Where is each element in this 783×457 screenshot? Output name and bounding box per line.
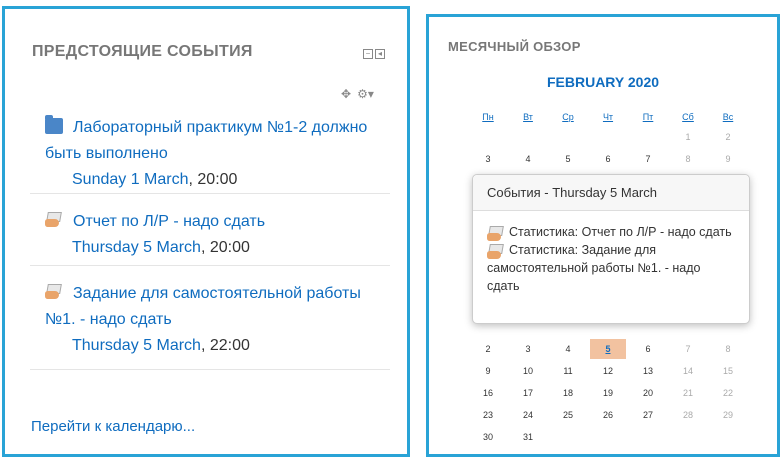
event-date: Thursday 5 March, 20:00 — [45, 235, 385, 261]
event-date: Thursday 5 March, 22:00 — [45, 333, 385, 359]
block-title: МЕСЯЧНЫЙ ОБЗОР — [448, 39, 581, 54]
weekday-header: Сб — [682, 112, 694, 122]
divider — [30, 369, 390, 370]
event-time: , 20:00 — [188, 171, 238, 188]
event-date-link[interactable]: Thursday 5 March — [72, 239, 201, 256]
calendar-day[interactable]: 24 — [510, 405, 546, 425]
assignment-icon — [45, 284, 63, 300]
calendar-day[interactable]: 5 — [590, 339, 626, 359]
weekday-header: Пт — [642, 112, 654, 122]
event-link[interactable]: Лабораторный практикум №1-2 должно быть … — [45, 115, 385, 167]
calendar-day[interactable]: 10 — [510, 361, 546, 381]
folder-icon — [45, 115, 63, 134]
event-time: , 20:00 — [200, 239, 250, 256]
event-link[interactable]: Отчет по Л/Р - надо сдать — [45, 209, 385, 235]
calendar-day[interactable]: 22 — [710, 383, 746, 403]
calendar-day[interactable]: 18 — [550, 383, 586, 403]
event-title[interactable]: Отчет по Л/Р - надо сдать — [73, 213, 265, 230]
calendar-day[interactable]: 14 — [670, 361, 706, 381]
calendar-day[interactable]: 1 — [670, 127, 706, 147]
event-date-link[interactable]: Sunday 1 March — [72, 171, 189, 188]
calendar-day[interactable]: 7 — [630, 149, 666, 169]
event-item: Задание для самостоятельной работы №1. -… — [45, 281, 385, 359]
calendar-day[interactable]: 6 — [630, 339, 666, 359]
calendar-day[interactable]: 3 — [470, 149, 506, 169]
calendar-day[interactable]: 8 — [710, 339, 746, 359]
event-date: Sunday 1 March, 20:00 — [45, 167, 385, 193]
calendar-day[interactable]: 30 — [470, 427, 506, 447]
weekday-header: Пн — [482, 112, 494, 122]
calendar-day[interactable]: 12 — [590, 361, 626, 381]
calendar-day[interactable]: 19 — [590, 383, 626, 403]
popup-body: Статистика: Отчет по Л/Р - надо сдать Ст… — [473, 211, 749, 307]
calendar-day[interactable]: 29 — [710, 405, 746, 425]
weekday-header: Вс — [722, 112, 734, 122]
event-item: Отчет по Л/Р - надо сдать Thursday 5 Mar… — [45, 209, 385, 261]
divider — [30, 193, 390, 194]
calendar-day[interactable]: 26 — [590, 405, 626, 425]
calendar-day[interactable]: 5 — [550, 149, 586, 169]
calendar-day[interactable]: 2 — [710, 127, 746, 147]
popup-event-title[interactable]: Статистика: Отчет по Л/Р - надо сдать — [509, 225, 732, 239]
calendar-day[interactable]: 2 — [470, 339, 506, 359]
move-icon[interactable]: ✥ — [341, 87, 351, 101]
calendar-day[interactable]: 7 — [670, 339, 706, 359]
popup-event[interactable]: Статистика: Отчет по Л/Р - надо сдать — [487, 223, 735, 241]
block-title: ПРЕДСТОЯЩИЕ СОБЫТИЯ — [32, 43, 253, 60]
popup-header: События - Thursday 5 March — [473, 175, 749, 211]
calendar-day[interactable]: 4 — [550, 339, 586, 359]
calendar-day[interactable]: 27 — [630, 405, 666, 425]
calendar-day[interactable]: 13 — [630, 361, 666, 381]
calendar-day[interactable]: 3 — [510, 339, 546, 359]
popup-event-title[interactable]: Статистика: Задание для самостоятельной … — [487, 243, 701, 293]
weekday-header: Ср — [562, 112, 574, 122]
calendar-day[interactable]: 23 — [470, 405, 506, 425]
dock-controls[interactable]: − ◂ — [363, 49, 385, 59]
event-item: Лабораторный практикум №1-2 должно быть … — [45, 115, 385, 193]
assignment-icon — [45, 212, 63, 228]
calendar-day[interactable]: 11 — [550, 361, 586, 381]
events-popup: События - Thursday 5 March Статистика: О… — [472, 174, 750, 324]
calendar-day[interactable]: 8 — [670, 149, 706, 169]
event-title[interactable]: Задание для самостоятельной работы №1. -… — [45, 285, 361, 328]
calendar-day[interactable]: 25 — [550, 405, 586, 425]
calendar-day[interactable]: 28 — [670, 405, 706, 425]
divider — [30, 265, 390, 266]
calendar-day[interactable]: 20 — [630, 383, 666, 403]
calendar-day[interactable]: 6 — [590, 149, 626, 169]
event-time: , 22:00 — [200, 337, 250, 354]
block-controls[interactable]: ✥ ⚙▾ — [341, 87, 374, 101]
calendar-day[interactable]: 9 — [710, 149, 746, 169]
weekday-header: Вт — [523, 112, 533, 122]
upcoming-events-block: ПРЕДСТОЯЩИЕ СОБЫТИЯ − ◂ ✥ ⚙▾ Лабораторны… — [2, 6, 410, 457]
minimize-icon[interactable]: − — [363, 49, 373, 59]
calendar-day[interactable]: 16 — [470, 383, 506, 403]
event-title[interactable]: Лабораторный практикум №1-2 должно быть … — [45, 119, 367, 162]
popup-event[interactable]: Статистика: Задание для самостоятельной … — [487, 241, 735, 295]
monthly-overview-block: МЕСЯЧНЫЙ ОБЗОР FEBRUARY 2020 Пн Вт Ср Чт Пт С… — [426, 14, 780, 457]
calendar-day[interactable]: 4 — [510, 149, 546, 169]
dock-icon[interactable]: ◂ — [375, 49, 385, 59]
event-date-link[interactable]: Thursday 5 March — [72, 337, 201, 354]
weekday-header: Чт — [602, 112, 614, 122]
go-to-calendar-link[interactable]: Перейти к календарю... — [31, 418, 195, 435]
calendar-day[interactable]: 31 — [510, 427, 546, 447]
event-link[interactable]: Задание для самостоятельной работы №1. -… — [45, 281, 385, 333]
month-name[interactable]: FEBRUARY 2020 — [429, 74, 777, 90]
gear-icon[interactable]: ⚙▾ — [357, 87, 374, 101]
assignment-icon — [487, 226, 501, 241]
calendar-day[interactable]: 17 — [510, 383, 546, 403]
calendar-day[interactable]: 21 — [670, 383, 706, 403]
calendar-day[interactable]: 15 — [710, 361, 746, 381]
calendar-day[interactable]: 9 — [470, 361, 506, 381]
assignment-icon — [487, 244, 501, 259]
